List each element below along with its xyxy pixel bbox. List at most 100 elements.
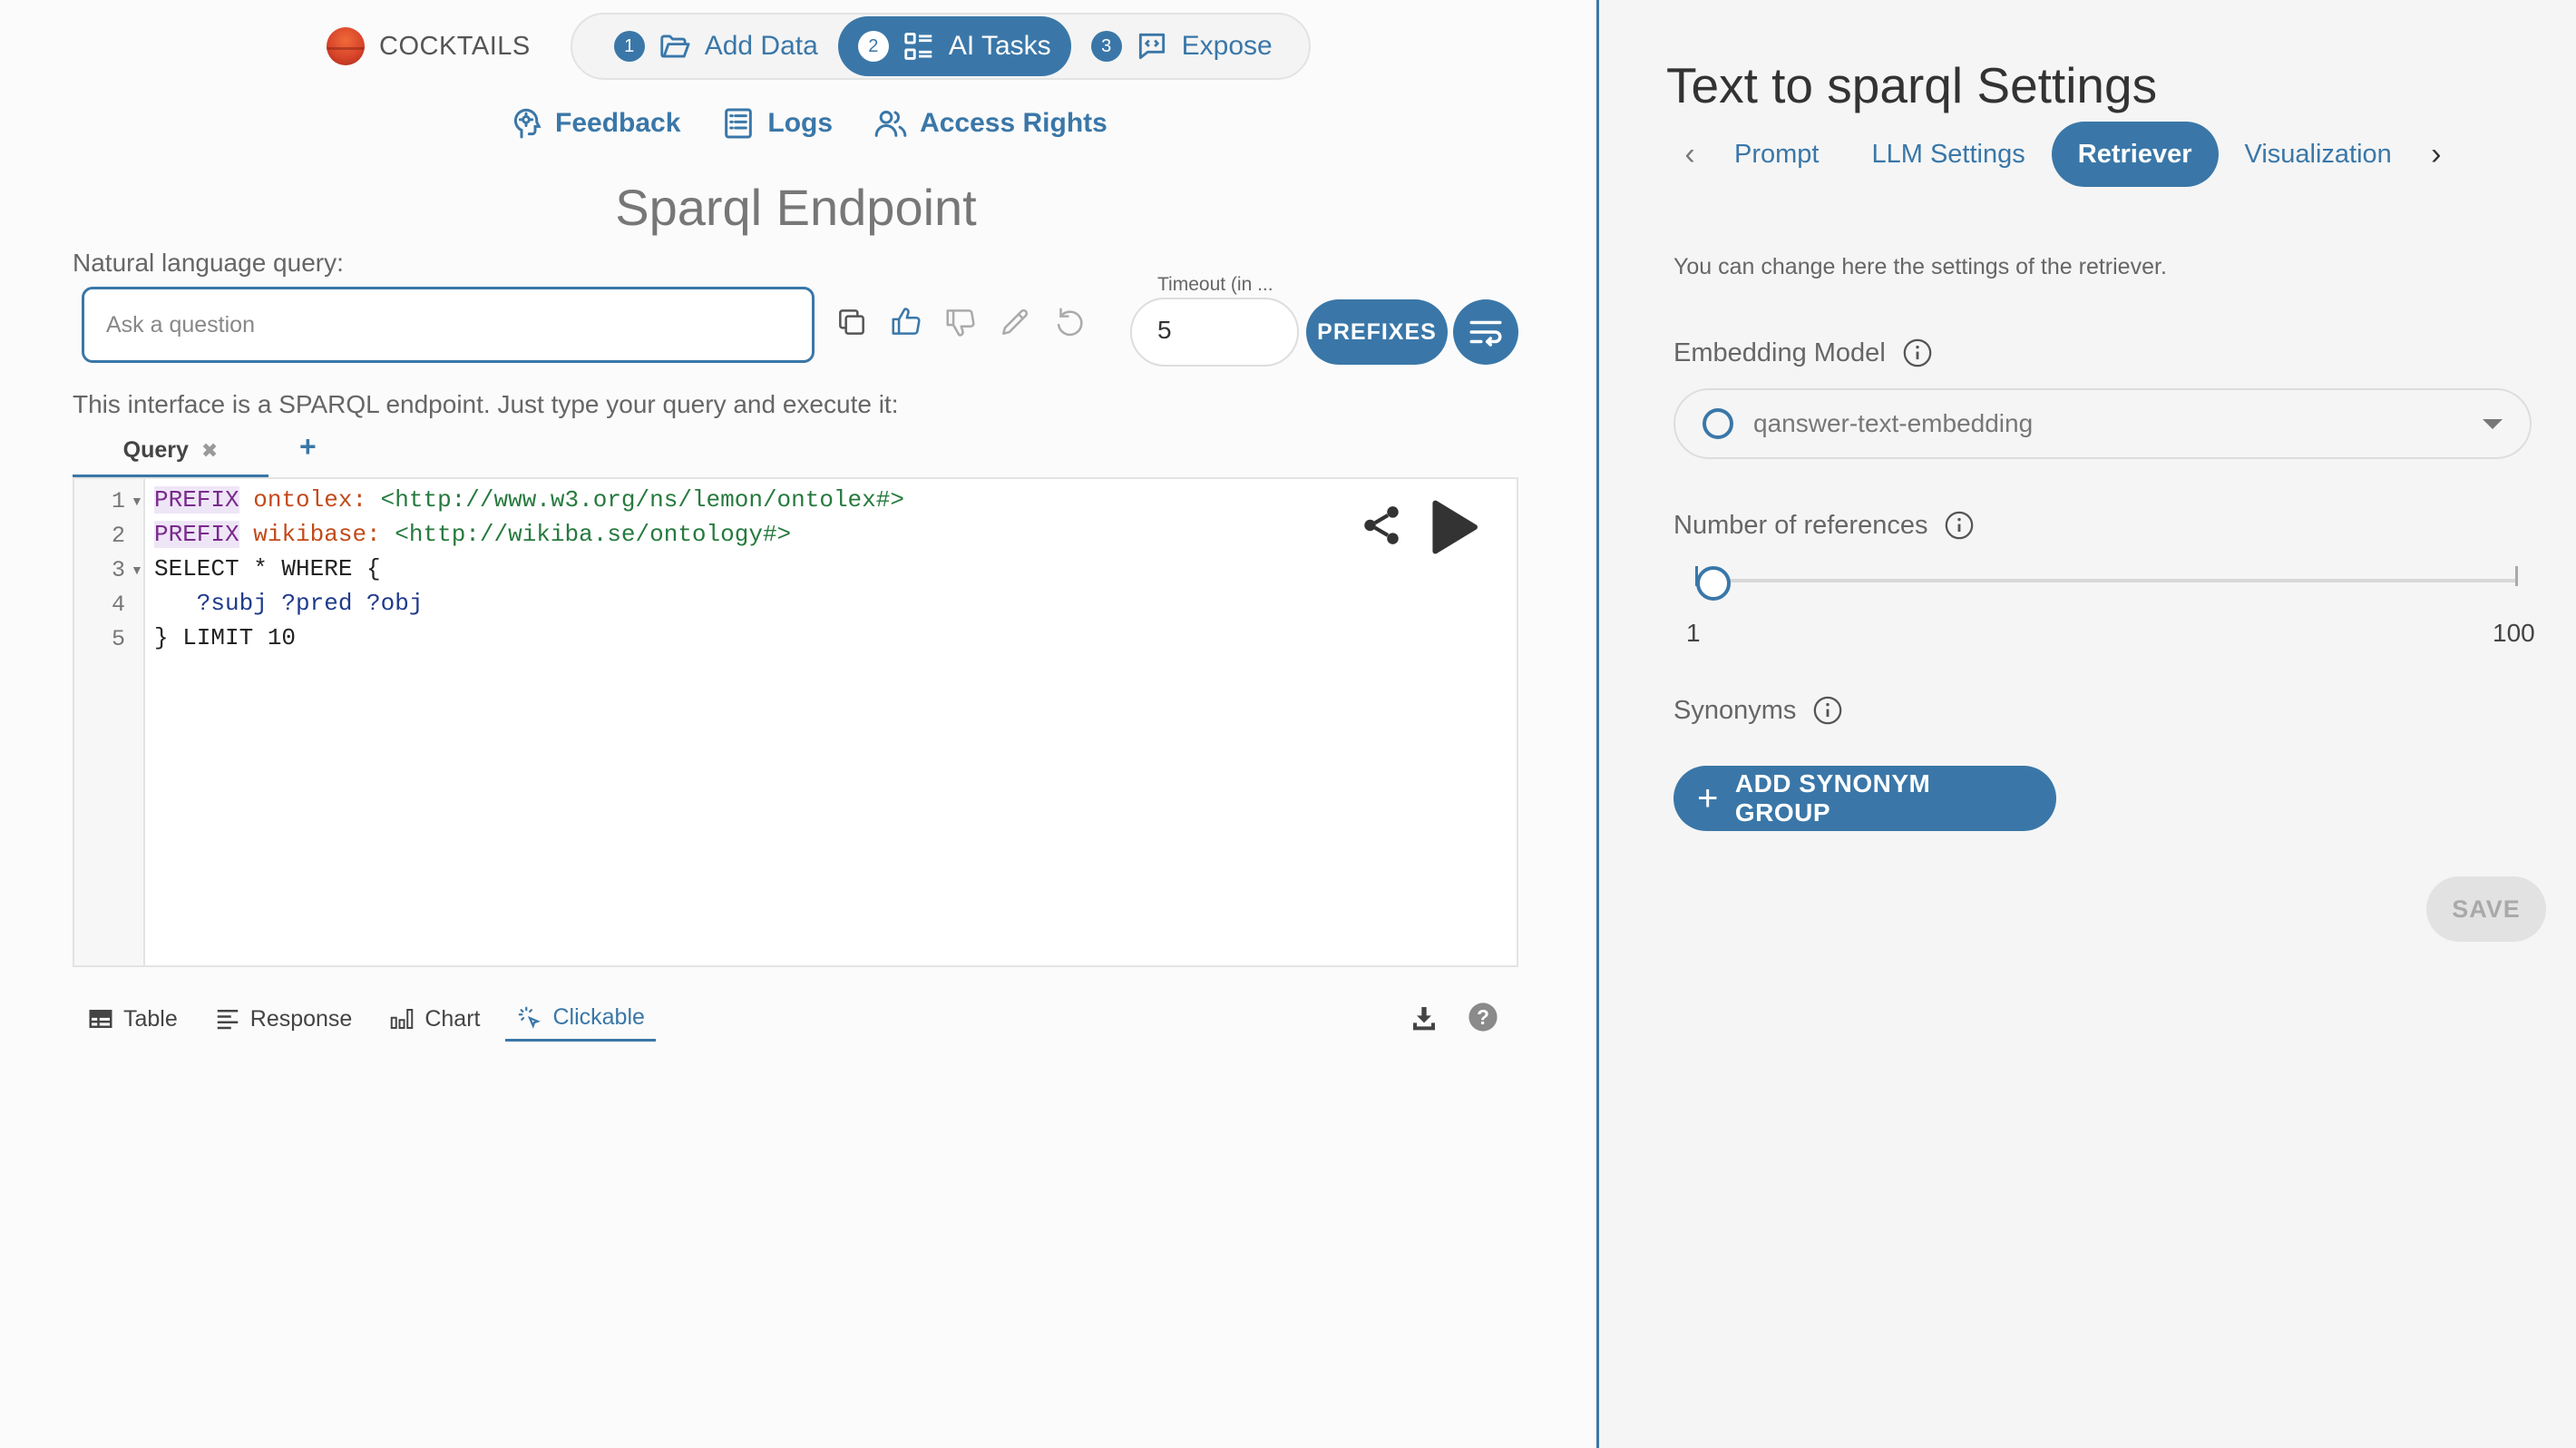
model-radio-icon bbox=[1703, 408, 1733, 439]
code-keyword: PREFIX bbox=[154, 521, 239, 548]
line-number: 5 bbox=[111, 626, 125, 652]
chevron-right-icon[interactable]: › bbox=[2418, 137, 2454, 172]
code-iri: <http://wikiba.se/ontology#> bbox=[395, 521, 792, 548]
tab-visualization[interactable]: Visualization bbox=[2219, 122, 2418, 187]
brand[interactable]: COCKTAILS bbox=[327, 27, 531, 65]
add-tab-button[interactable]: + bbox=[299, 430, 317, 464]
undo-icon[interactable] bbox=[1052, 305, 1087, 339]
settings-title: Text to sparql Settings bbox=[1666, 57, 2158, 113]
fold-arrow-icon[interactable]: ▼ bbox=[131, 563, 143, 577]
access-rights-label: Access Rights bbox=[920, 108, 1107, 138]
logs-label: Logs bbox=[767, 108, 834, 138]
brand-name: COCKTAILS bbox=[379, 31, 531, 61]
embedding-model-label-row: Embedding Model bbox=[1673, 338, 1933, 368]
tab-chart-label: Chart bbox=[424, 1005, 481, 1032]
feedback-icon bbox=[513, 108, 542, 139]
code-prefix: wikibase: bbox=[253, 521, 381, 548]
nlq-label: Natural language query: bbox=[73, 249, 344, 277]
step-expose[interactable]: 3 Expose bbox=[1071, 16, 1293, 76]
slider-tick-max bbox=[2515, 566, 2518, 586]
top-bar: COCKTAILS 1 Add Data 2 AI Tasks 3 Expose bbox=[327, 13, 1311, 80]
logs-icon bbox=[725, 108, 753, 139]
line-number: 4 bbox=[111, 592, 125, 618]
step-add-data[interactable]: 1 Add Data bbox=[594, 16, 838, 76]
prefixes-button[interactable]: PREFIXES bbox=[1306, 299, 1448, 365]
chevron-left-icon[interactable]: ‹ bbox=[1672, 137, 1708, 172]
users-icon bbox=[874, 111, 907, 137]
feedback-link[interactable]: Feedback bbox=[508, 105, 680, 142]
endpoint-intro: This interface is a SPARQL endpoint. Jus… bbox=[73, 390, 899, 418]
tab-table-label: Table bbox=[123, 1005, 178, 1032]
line-gutter: 1 ▼ 2 3 ▼ 4 5 bbox=[74, 479, 145, 965]
step-label: Expose bbox=[1181, 31, 1273, 61]
add-synonym-label: ADD SYNONYM GROUP bbox=[1734, 769, 1931, 827]
secondary-nav: Feedback Logs Access Rights bbox=[508, 105, 1107, 142]
line-number: 1 bbox=[111, 488, 125, 514]
code-line: PREFIX ontolex: <http://www.w3.org/ns/le… bbox=[154, 486, 904, 514]
thumbs-up-icon[interactable] bbox=[889, 305, 923, 339]
step-label: Add Data bbox=[704, 31, 818, 61]
step-number: 1 bbox=[613, 31, 645, 62]
tab-response-label: Response bbox=[249, 1005, 353, 1032]
step-ai-tasks[interactable]: 2 AI Tasks bbox=[837, 16, 1071, 76]
dropdown-caret-icon bbox=[2483, 418, 2503, 429]
synonyms-label-row: Synonyms bbox=[1673, 695, 1843, 726]
thumbs-down-icon[interactable] bbox=[943, 305, 978, 339]
info-icon[interactable] bbox=[1944, 510, 1975, 541]
code-line: ?subj ?pred ?obj bbox=[154, 590, 424, 617]
save-button[interactable]: SAVE bbox=[2426, 876, 2546, 942]
embedding-model-label: Embedding Model bbox=[1673, 338, 1886, 367]
step-number: 3 bbox=[1090, 31, 1122, 62]
tab-table[interactable]: Table bbox=[87, 996, 178, 1042]
line-number: 3 bbox=[111, 557, 125, 583]
share-icon[interactable] bbox=[1359, 503, 1404, 548]
lines-icon bbox=[217, 1010, 239, 1030]
page-title: Sparql Endpoint bbox=[615, 179, 977, 236]
tab-clickable[interactable]: Clickable bbox=[505, 996, 656, 1042]
embedding-model-value: qanswer-text-embedding bbox=[1753, 409, 2034, 437]
tab-response[interactable]: Response bbox=[214, 996, 353, 1042]
wrap-text-icon bbox=[1469, 320, 1502, 347]
access-rights-link[interactable]: Access Rights bbox=[873, 105, 1107, 142]
list-icon bbox=[904, 33, 932, 60]
bar-chart-icon bbox=[391, 1009, 414, 1029]
line-number: 2 bbox=[111, 523, 125, 549]
query-editor[interactable]: 1 ▼ 2 3 ▼ 4 5 PREFIX ontolex: <http://ww… bbox=[73, 477, 1518, 967]
synonyms-label: Synonyms bbox=[1673, 695, 1797, 725]
embedding-model-select[interactable]: qanswer-text-embedding bbox=[1673, 388, 2532, 459]
code-bubble-icon bbox=[1138, 33, 1165, 60]
info-icon[interactable] bbox=[1902, 338, 1933, 368]
tab-prompt[interactable]: Prompt bbox=[1708, 122, 1845, 187]
run-query-icon[interactable] bbox=[1419, 494, 1486, 561]
references-slider-thumb[interactable] bbox=[1696, 566, 1732, 601]
tab-llm-settings[interactable]: LLM Settings bbox=[1845, 122, 2051, 187]
copy-icon[interactable] bbox=[834, 305, 869, 339]
help-icon[interactable]: ? bbox=[1468, 1002, 1498, 1032]
references-slider-track[interactable] bbox=[1697, 579, 2517, 582]
step-number: 2 bbox=[857, 31, 889, 62]
download-icon[interactable] bbox=[1410, 1003, 1439, 1032]
result-tabs: Table Response Chart Clickable bbox=[87, 996, 656, 1042]
timeout-value[interactable]: 5 bbox=[1157, 316, 1172, 345]
question-input[interactable] bbox=[82, 287, 815, 363]
add-synonym-group-button[interactable]: + ADD SYNONYM GROUP bbox=[1673, 766, 2056, 831]
timeout-field[interactable] bbox=[1130, 298, 1299, 367]
logs-link[interactable]: Logs bbox=[720, 105, 833, 142]
tab-retriever[interactable]: Retriever bbox=[2051, 122, 2219, 187]
question-actions bbox=[834, 305, 1087, 339]
code-keyword: PREFIX bbox=[154, 486, 239, 514]
table-icon bbox=[89, 1010, 112, 1028]
code-prefix: ontolex: bbox=[253, 486, 367, 514]
step-label: AI Tasks bbox=[948, 31, 1051, 61]
close-icon[interactable]: ✖ bbox=[201, 439, 218, 463]
svg-text:?: ? bbox=[1477, 1005, 1489, 1029]
info-icon[interactable] bbox=[1812, 695, 1843, 726]
tab-chart[interactable]: Chart bbox=[388, 996, 480, 1042]
code-line: PREFIX wikibase: <http://wikiba.se/ontol… bbox=[154, 521, 791, 548]
pencil-icon[interactable] bbox=[998, 305, 1032, 339]
tab-query[interactable]: Query ✖ bbox=[73, 426, 268, 477]
brand-logo-icon bbox=[327, 27, 365, 65]
tab-query-label: Query bbox=[122, 437, 189, 463]
wrap-text-button[interactable] bbox=[1453, 299, 1518, 365]
fold-arrow-icon[interactable]: ▼ bbox=[131, 494, 143, 508]
